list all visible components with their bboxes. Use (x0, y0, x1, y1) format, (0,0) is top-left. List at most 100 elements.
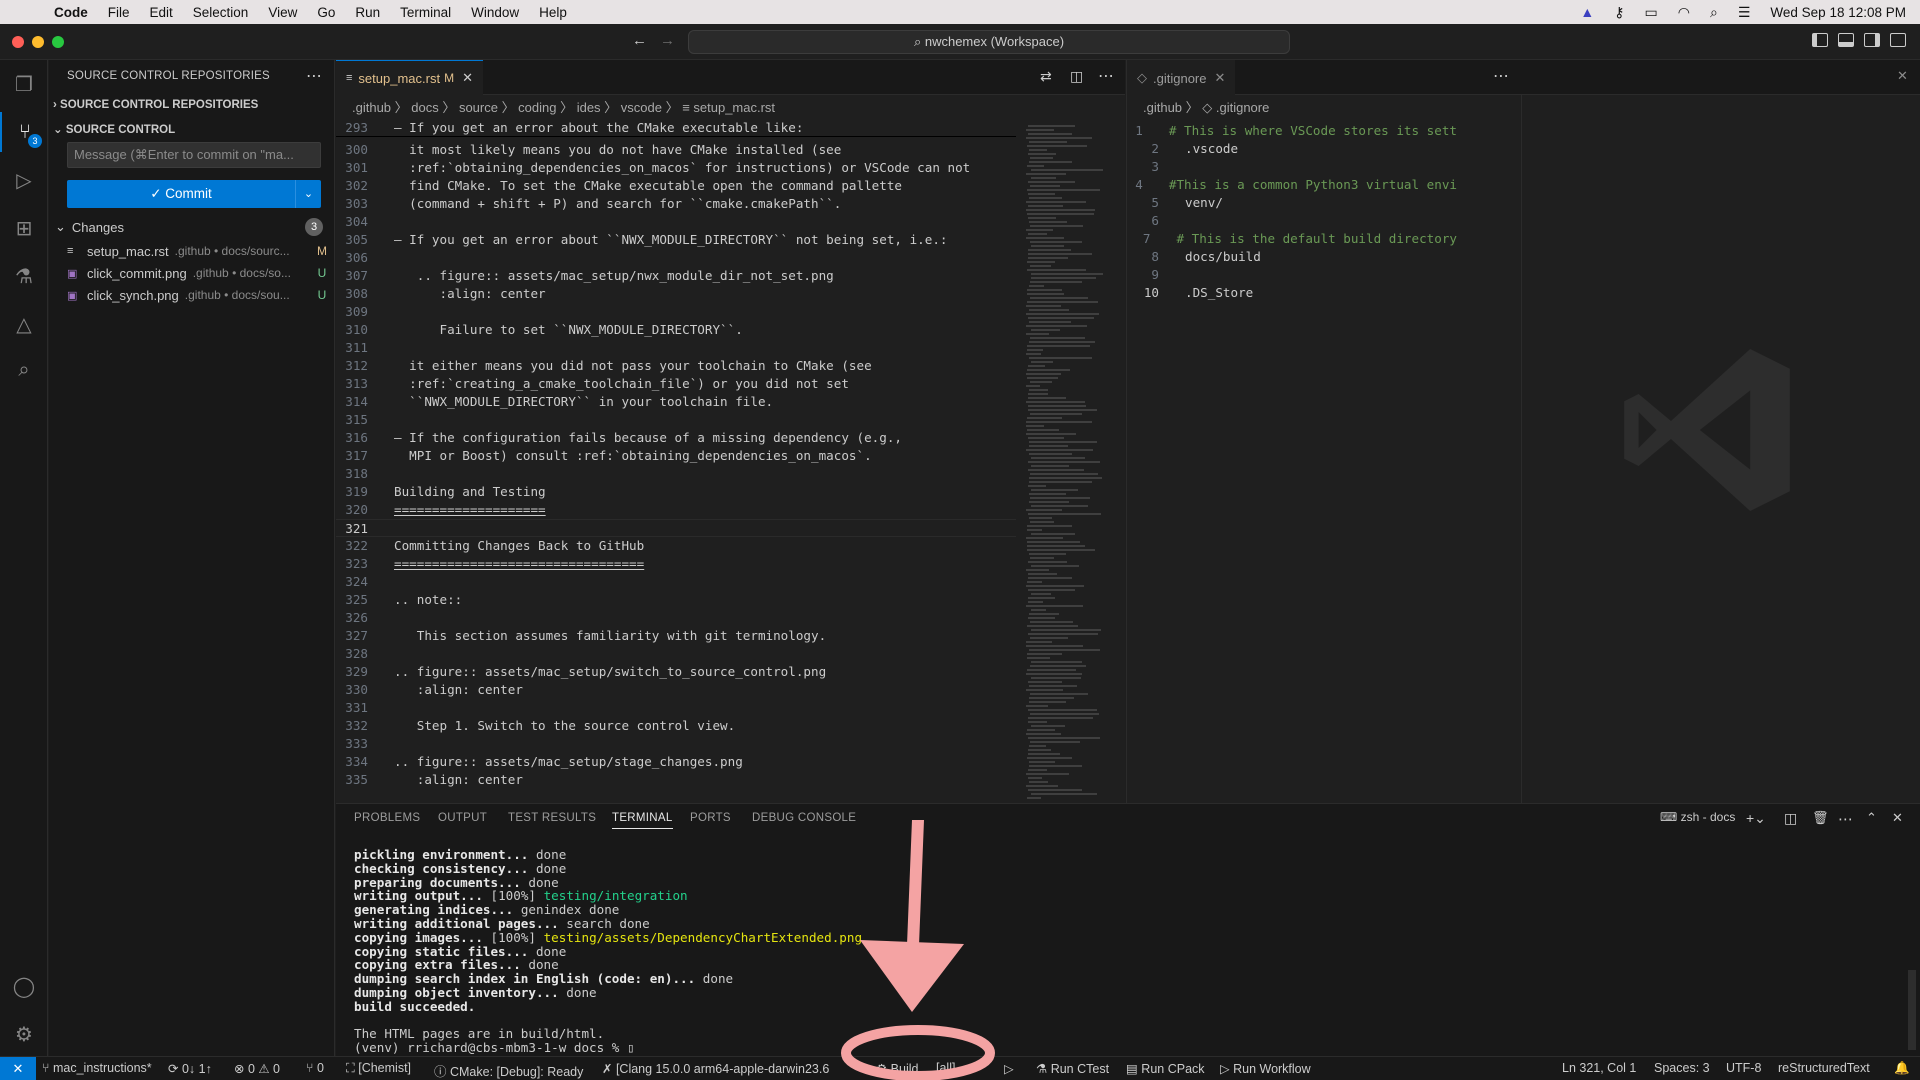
terminal-scrollbar[interactable] (1908, 970, 1916, 1050)
remote-indicator-icon[interactable]: ✕ (0, 1057, 36, 1080)
menu-window[interactable]: Window (461, 5, 529, 20)
changed-file-item[interactable]: ▣ click_commit.png .github • docs/so... … (67, 262, 329, 284)
code-line[interactable]: 320 ==================== (336, 501, 1016, 519)
vertical-scrollbar[interactable] (1110, 119, 1124, 803)
menu-file[interactable]: File (98, 5, 140, 20)
explorer-icon[interactable]: ❐ (0, 64, 48, 104)
menubar-clock[interactable]: Wed Sep 18 12:08 PM (1770, 5, 1906, 20)
tab-terminal[interactable]: TERMINAL (612, 812, 673, 829)
changed-file-item[interactable]: ≡ setup_mac.rst .github • docs/sourc... … (67, 240, 329, 262)
command-center-search[interactable]: ⌕ nwchemex (Workspace) (688, 30, 1290, 54)
code-line[interactable]: 335 :align: center (336, 771, 1016, 789)
code-line[interactable]: 301 :ref:`obtaining_dependencies_on_maco… (336, 159, 1016, 177)
cmake-icon[interactable]: △ (0, 304, 48, 344)
key-icon[interactable]: ⚷ (1614, 4, 1624, 21)
code-line[interactable]: 327 This section assumes familiarity wit… (336, 627, 1016, 645)
code-editor[interactable]: 293 – If you get an error about the CMake… (336, 119, 1016, 803)
commit-message-input[interactable]: Message (⌘Enter to commit on "ma... (67, 142, 321, 168)
encoding-status[interactable]: UTF-8 (1726, 1061, 1761, 1075)
menu-run[interactable]: Run (345, 5, 390, 20)
code-line[interactable]: 328 (336, 645, 1016, 663)
tab-problems[interactable]: PROBLEMS (354, 812, 420, 824)
run-workflow-button[interactable]: ▷ Run Workflow (1220, 1061, 1311, 1076)
cmake-kit-status[interactable]: ⛶ [Chemist] (346, 1061, 411, 1076)
code-line[interactable]: 330 :align: center (336, 681, 1016, 699)
new-terminal-icon[interactable]: +⌄ (1746, 810, 1766, 827)
customize-layout-icon[interactable] (1890, 33, 1906, 47)
changed-file-item[interactable]: ▣ click_synch.png .github • docs/sou... … (67, 284, 329, 306)
close-tab-icon[interactable]: ✕ (1214, 70, 1225, 86)
build-target-selector[interactable]: [all] (936, 1061, 955, 1075)
app-status-icon[interactable]: ▲ (1580, 4, 1594, 20)
open-changes-icon[interactable]: ⇄ (1040, 68, 1052, 85)
spotlight-search-icon[interactable]: ⌕ (1710, 4, 1718, 21)
code-line[interactable]: 300 it most likely means you do not have… (336, 141, 1016, 159)
terminal-selector[interactable]: ⌨ zsh - docs (1660, 810, 1735, 824)
split-editor-icon[interactable]: ◫ (1070, 68, 1083, 85)
tab-test-results[interactable]: TEST RESULTS (508, 812, 596, 824)
settings-gear-icon[interactable]: ⚙ (0, 1014, 48, 1054)
code-line[interactable]: 319 Building and Testing (336, 483, 1016, 501)
code-line[interactable]: 321 (336, 519, 1016, 537)
extensions-icon[interactable]: ⊞ (0, 208, 48, 248)
split-terminal-icon[interactable]: ◫ (1784, 810, 1797, 827)
testing-icon[interactable]: ⚗ (0, 256, 48, 296)
cmake-status[interactable]: ⓘ CMake: [Debug]: Ready (434, 1061, 583, 1080)
tab-debug-console[interactable]: DEBUG CONSOLE (752, 812, 856, 824)
minimap[interactable] (1024, 119, 1106, 803)
close-group-icon[interactable]: ✕ (1897, 68, 1908, 84)
code-line[interactable]: 311 (336, 339, 1016, 357)
code-line[interactable]: 333 (336, 735, 1016, 753)
commit-button[interactable]: ✓ Commit ⌄ (67, 180, 321, 208)
code-line[interactable]: 322 Committing Changes Back to GitHub (336, 537, 1016, 555)
toggle-panel-icon[interactable] (1838, 33, 1854, 47)
close-tab-icon[interactable]: ✕ (462, 70, 473, 86)
sync-status[interactable]: ⟳ 0↓ 1↑ (168, 1061, 212, 1076)
editor-more-actions-icon[interactable]: ⋯ (1098, 66, 1114, 86)
code-line[interactable]: 332 Step 1. Switch to the source control… (336, 717, 1016, 735)
code-editor[interactable]: 1 # This is where VSCode stores its sett 2… (1127, 119, 1457, 519)
code-line[interactable]: 331 (336, 699, 1016, 717)
git-branch-status[interactable]: ⑂ mac_instructions* (42, 1061, 152, 1075)
code-line[interactable]: 304 (336, 213, 1016, 231)
code-line[interactable]: 309 (336, 303, 1016, 321)
code-line[interactable]: 315 (336, 411, 1016, 429)
code-line[interactable]: 1 # This is where VSCode stores its sett (1127, 122, 1457, 140)
code-line[interactable]: 318 (336, 465, 1016, 483)
tab-ports[interactable]: PORTS (690, 812, 731, 824)
commit-dropdown-chevron-icon[interactable]: ⌄ (295, 180, 321, 208)
search-icon[interactable]: ⌕ (0, 350, 48, 390)
editor-more-actions-icon[interactable]: ⋯ (1493, 66, 1509, 86)
breadcrumb[interactable]: .github 〉 ◇ .gitignore (1143, 97, 1269, 119)
toggle-secondary-sidebar-icon[interactable] (1864, 33, 1880, 47)
run-debug-icon[interactable]: ▷ (0, 160, 48, 200)
code-line[interactable]: 9 (1127, 266, 1457, 284)
code-line[interactable]: 329 .. figure:: assets/mac_setup/switch_t… (336, 663, 1016, 681)
code-line[interactable]: 310 Failure to set ``NWX_MODULE_DIRECTOR… (336, 321, 1016, 339)
code-line[interactable]: 303 (command + shift + P) and search for… (336, 195, 1016, 213)
accounts-icon[interactable]: ◯ (0, 966, 48, 1006)
code-line[interactable]: 7 # This is the default build directory (1127, 230, 1457, 248)
ports-status[interactable]: ⑂ 0 (306, 1061, 324, 1075)
code-line[interactable]: 314 ``NWX_MODULE_DIRECTORY`` in your too… (336, 393, 1016, 411)
breadcrumb[interactable]: .github 〉 docs 〉 source 〉 coding 〉 ides … (352, 97, 775, 119)
run-ctest-button[interactable]: ⚗ Run CTest (1036, 1061, 1109, 1076)
menu-terminal[interactable]: Terminal (390, 5, 461, 20)
code-line[interactable]: 334 .. figure:: assets/mac_setup/stage_ch… (336, 753, 1016, 771)
code-line[interactable]: 323 ================================= (336, 555, 1016, 573)
changes-group-header[interactable]: ⌄ Changes 3 (55, 216, 329, 238)
source-control-icon[interactable]: ⑂ 3 (0, 112, 48, 152)
group-divider[interactable] (1521, 95, 1522, 803)
toggle-primary-sidebar-icon[interactable] (1812, 33, 1828, 47)
minimize-window-button[interactable] (32, 36, 44, 48)
menu-selection[interactable]: Selection (183, 5, 259, 20)
code-line[interactable]: 3 (1127, 158, 1457, 176)
code-line[interactable]: 313 :ref:`creating_a_cmake_toolchain_fil… (336, 375, 1016, 393)
code-line[interactable]: 326 (336, 609, 1016, 627)
code-line[interactable]: 324 (336, 573, 1016, 591)
tab-setup-mac-rst[interactable]: ≡ setup_mac.rst M ✕ (336, 60, 483, 95)
close-window-button[interactable] (12, 36, 24, 48)
code-line[interactable]: 316 – If the configuration fails because … (336, 429, 1016, 447)
menu-go[interactable]: Go (307, 5, 345, 20)
menu-view[interactable]: View (258, 5, 307, 20)
